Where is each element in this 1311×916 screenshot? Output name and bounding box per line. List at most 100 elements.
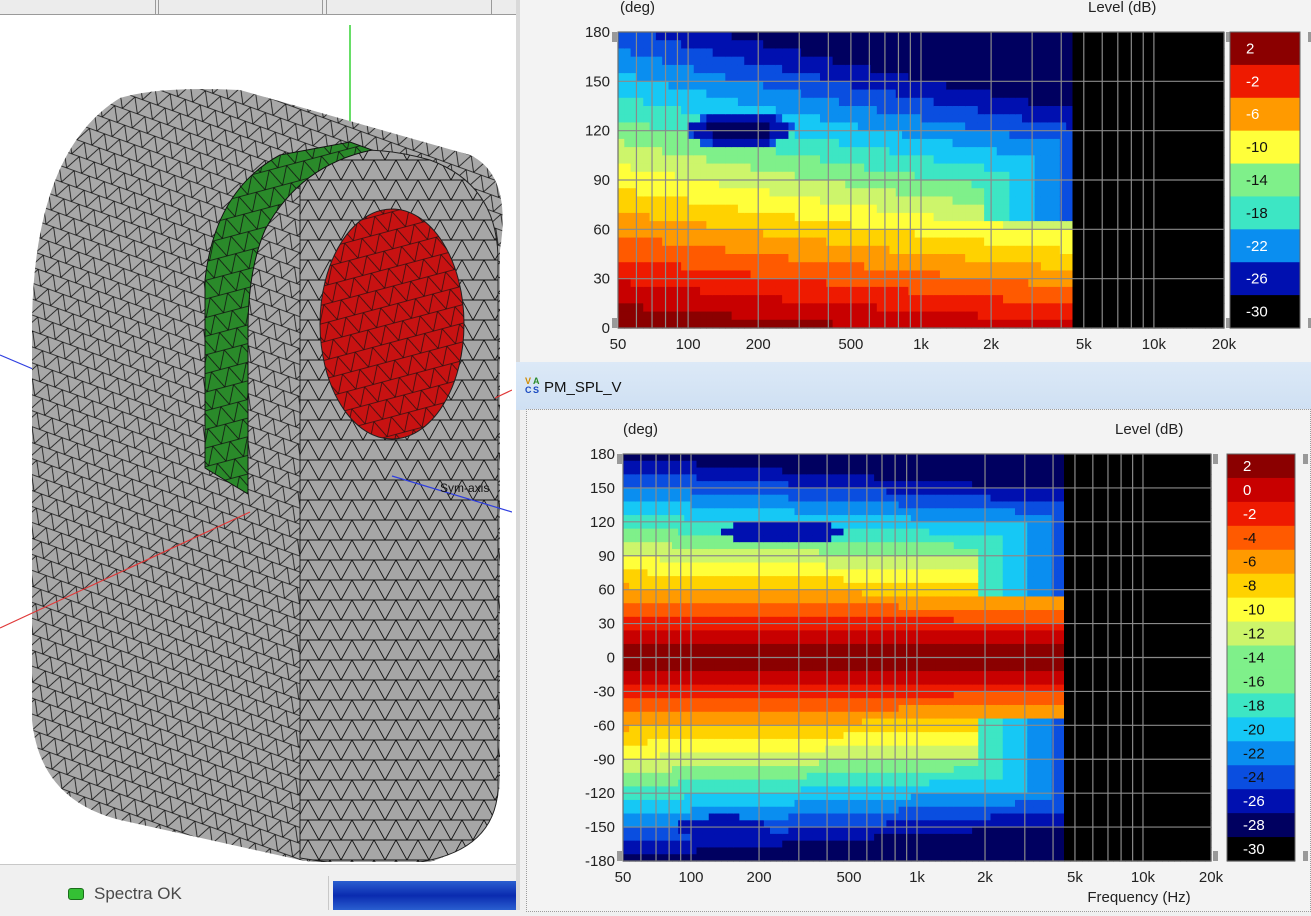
colorbar-swatch [1227,454,1295,479]
x-tick-label: 500 [836,869,861,886]
y-axis-title: (deg) [623,421,658,438]
colorbar-label: -14 [1243,650,1265,667]
window-titlebar[interactable] [516,362,1311,410]
y-tick-label: 60 [598,582,615,599]
y-tick-label: -90 [593,751,615,768]
colorbar-label: -16 [1243,673,1265,690]
tab-separator [326,0,327,14]
colorbar-swatch [1230,32,1300,65]
colorbar-label: -12 [1243,626,1265,643]
y-tick-label: 0 [607,650,615,667]
colorbar-label: 2 [1243,458,1251,475]
y-tick-label: -60 [593,717,615,734]
y-tick-label: 150 [585,73,610,90]
colorbar-label: 2 [1246,40,1254,57]
x-tick-label: 5k [1076,336,1092,353]
colorbar-label: -24 [1243,769,1265,786]
x-tick-label: 100 [679,869,704,886]
colorbar-label: -20 [1243,721,1265,738]
x-tick-label: 10k [1131,869,1156,886]
top-plot-panel: (deg) Level (dB) 180 150 120 90 60 30 050 100 200 5… [520,0,1311,362]
colorbar-label: 0 [1243,482,1251,499]
x-tick-label: 1k [913,336,929,353]
colorbar-label: -10 [1246,139,1268,156]
colorbar: 2 -2 -6 -10 -14 -18 -22 -26 -30 [1230,32,1300,329]
colorbar-label: -26 [1246,271,1268,288]
sym-axis-label: Sym-axis [440,481,489,495]
x-tick-label: 50 [610,336,627,353]
colorbar: 20-2-4-6-8-10-12-14-16-18-20-22-24-26-28… [1227,454,1295,862]
x-tick-label: 50 [615,869,632,886]
top-contour-plot[interactable]: (deg) Level (dB) 180 150 120 90 60 30 050 100 200 5… [520,0,1311,362]
y-tick-label: 30 [593,271,610,288]
progress-bar [333,881,516,910]
svg-text:S: S [533,385,539,394]
x-tick-label: 20k [1212,336,1237,353]
y-tick-label: 180 [590,446,615,463]
vacs-app-icon: V A C S [524,376,542,394]
tab-separator [158,0,159,14]
colorbar-label: -10 [1243,602,1265,619]
colorbar-swatch [1227,550,1295,575]
colorbar-label: -30 [1243,841,1265,858]
y-tick-label: 90 [598,548,615,565]
colorbar-swatch [1227,574,1295,599]
y-tick-label: -150 [585,819,615,836]
y-axis-title: (deg) [620,0,655,16]
colorbar-swatch [1227,502,1295,527]
mesh-view-panel: Sym-axis Spectra OK [0,0,516,910]
y-tick-label: 120 [585,123,610,140]
colorbar-label: -18 [1243,697,1265,714]
colorbar-swatch [1230,98,1300,131]
colorbar-label: -2 [1246,73,1259,90]
status-led-icon [68,888,84,900]
status-separator [328,876,329,910]
x-tick-label: 500 [838,336,863,353]
y-tick-label: 60 [593,221,610,238]
x-tick-label: 1k [909,869,925,886]
colorbar-label: -14 [1246,172,1268,189]
colorbar-label: -8 [1243,578,1256,595]
x-tick-label: 5k [1067,869,1083,886]
y-tick-label: -180 [585,853,615,870]
tab-separator [491,0,492,14]
bottom-plot-panel: (deg)Level (dB)1801501209060300-30-60-90… [526,409,1311,912]
colorbar-label: -30 [1246,304,1268,321]
colorbar-label: -2 [1243,506,1256,523]
x-axis-title: Frequency (Hz) [1087,889,1190,906]
colorbar-label: -26 [1243,793,1265,810]
level-title: Level (dB) [1115,421,1183,438]
y-tick-label: 0 [602,320,610,337]
bottom-contour-plot[interactable]: (deg)Level (dB)1801501209060300-30-60-90… [527,410,1310,911]
y-tick-label: -120 [585,785,615,802]
view-tab-strip[interactable] [0,0,516,15]
svg-text:C: C [525,385,532,394]
x-tick-label: 10k [1142,336,1167,353]
colorbar-swatch [1230,65,1300,98]
y-tick-label: 180 [585,24,610,41]
colorbar-label: -22 [1246,238,1268,255]
x-tick-label: 20k [1199,869,1224,886]
tab-separator [322,0,323,14]
x-tick-label: 2k [983,336,999,353]
y-tick-label: 120 [590,514,615,531]
level-title: Level (dB) [1088,0,1156,16]
colorbar-label: -6 [1246,106,1259,123]
y-tick-label: 30 [598,616,615,633]
x-tick-label: 2k [977,869,993,886]
x-tick-label: 100 [676,336,701,353]
colorbar-label: -6 [1243,554,1256,571]
y-tick-label: -30 [593,683,615,700]
tab-separator [155,0,156,14]
status-text: Spectra OK [94,884,182,904]
colorbar-swatch [1227,526,1295,551]
colorbar-label: -4 [1243,530,1256,547]
colorbar-label: -18 [1246,205,1268,222]
window-title: PM_SPL_V [544,379,622,396]
mesh-3d-viewport[interactable]: Sym-axis [0,20,512,862]
colorbar-label: -22 [1243,745,1265,762]
colorbar-swatch [1227,478,1295,503]
x-tick-label: 200 [746,336,771,353]
x-tick-label: 200 [747,869,772,886]
y-tick-label: 90 [593,172,610,189]
